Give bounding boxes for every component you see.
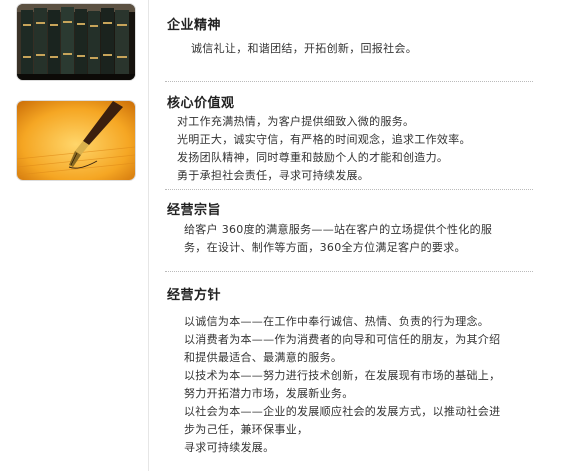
section-line: 以消费者为本——作为消费者的向导和可信任的朋友，为其介绍 (184, 333, 501, 346)
dotted-divider (165, 189, 533, 190)
section-line: 发扬团队精神，同时尊重和鼓励个人的才能和创造力。 (177, 151, 449, 164)
section-line: 光明正大，诚实守信，有严格的时间观念，追求工作效率。 (177, 133, 471, 146)
section-title: 经营方针 (167, 288, 222, 303)
bookshelf-image (17, 4, 135, 80)
section-line: 和提供最适合、最满意的服务。 (184, 351, 343, 364)
section-line: 对工作充满热情，为客户提供细致入微的服务。 (177, 115, 415, 128)
section-line: 务，在设计、制作等方面，360全方位满足客户的要求。 (184, 241, 466, 254)
fountain-pen-image (17, 101, 135, 180)
section-line: 以诚信为本——在工作中奉行诚信、热情、负责的行为理念。 (184, 315, 490, 328)
section-line: 寻求可持续发展。 (184, 441, 275, 454)
section-title: 经营宗旨 (167, 203, 222, 218)
section-line: 以社会为本——企业的发展顺应社会的发展方式，以推动社会进 (184, 405, 501, 418)
section-title: 核心价值观 (167, 96, 235, 111)
left-image-column (0, 0, 149, 471)
section-line: 步为己任，兼环保事业， (184, 423, 309, 436)
section-title: 企业精神 (167, 18, 222, 33)
section-line: 给客户 360度的满意服务——站在客户的立场提供个性化的服 (184, 223, 493, 236)
section-line: 以技术为本——努力进行技术创新，在发展现有市场的基础上， (184, 369, 501, 382)
section-line: 勇于承担社会责任，寻求可持续发展。 (177, 169, 370, 182)
section-line: 努力开拓潜力市场，发展新业务。 (184, 387, 354, 400)
dotted-divider (165, 271, 533, 272)
section-line: 诚信礼让，和谐团结，开拓创新，回报社会。 (191, 42, 417, 55)
content-column: 企业精神 诚信礼让，和谐团结，开拓创新，回报社会。 核心价值观 对工作充满热情，… (149, 0, 564, 471)
dotted-divider (165, 81, 533, 82)
